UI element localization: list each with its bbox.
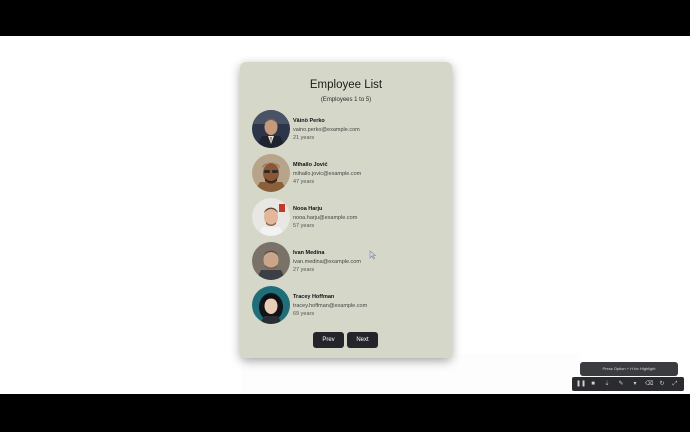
eraser-icon[interactable]: ⌫ xyxy=(645,380,653,388)
employee-name: Mihailo Jović xyxy=(293,162,328,168)
pointer-icon[interactable]: ⇣ xyxy=(603,380,611,388)
recorder-toolbar: ❚❚ ■ ⇣ ✎ ▾ ⌫ ↻ ⤢ xyxy=(572,377,684,391)
employee-age: 57 years xyxy=(293,223,315,229)
list-item: Väinö Perko vaino.perko@example.com 21 y… xyxy=(252,110,442,148)
browser-viewport: Employee List (Employees 1 to 5) Väinö P… xyxy=(0,36,690,394)
list-item: Nooa Harju nooa.harju@example.com 57 yea… xyxy=(252,198,442,236)
collapse-icon[interactable]: ⤢ xyxy=(671,380,679,388)
avatar xyxy=(252,286,290,324)
employee-name: Ivan Medina xyxy=(293,250,325,256)
employee-email: vaino.perko@example.com xyxy=(293,127,360,133)
list-item: Ivan Medina ivan.medina@example.com 27 y… xyxy=(252,242,442,280)
employee-age: 69 years xyxy=(293,311,315,317)
employee-card: Employee List (Employees 1 to 5) Väinö P… xyxy=(240,62,452,358)
highlighter-icon[interactable]: ▾ xyxy=(631,380,639,388)
prev-button[interactable]: Prev xyxy=(313,332,344,348)
list-item: Mihailo Jović mihailo.jovic@example.com … xyxy=(252,154,442,192)
employee-name: Tracey Hoffman xyxy=(293,294,335,300)
pen-icon[interactable]: ✎ xyxy=(617,380,625,388)
employee-email: mihailo.jovic@example.com xyxy=(293,171,362,177)
avatar xyxy=(252,110,290,148)
pause-icon[interactable]: ❚❚ xyxy=(576,380,586,388)
employee-email: nooa.harju@example.com xyxy=(293,215,358,221)
employee-name: Väinö Perko xyxy=(293,118,325,124)
employee-age: 47 years xyxy=(293,179,315,185)
employee-name: Nooa Harju xyxy=(293,206,323,212)
employee-age: 27 years xyxy=(293,267,315,273)
employee-age: 21 years xyxy=(293,135,315,141)
undo-icon[interactable]: ↻ xyxy=(658,380,666,388)
stop-icon[interactable]: ■ xyxy=(589,380,597,388)
page-background xyxy=(242,354,580,394)
avatar xyxy=(252,154,290,192)
employee-email: tracey.hoffman@example.com xyxy=(293,303,368,309)
recorder-tooltip: Press Option + H for Highlight xyxy=(580,362,678,376)
next-button[interactable]: Next xyxy=(347,332,378,348)
list-item: Tracey Hoffman tracey.hoffman@example.co… xyxy=(252,286,442,324)
mouse-cursor-icon xyxy=(369,250,377,260)
avatar xyxy=(252,198,290,236)
employee-email: ivan.medina@example.com xyxy=(293,259,361,265)
page-title: Employee List xyxy=(309,79,383,91)
avatar xyxy=(252,242,290,280)
page-subtitle: (Employees 1 to 5) xyxy=(320,97,372,103)
